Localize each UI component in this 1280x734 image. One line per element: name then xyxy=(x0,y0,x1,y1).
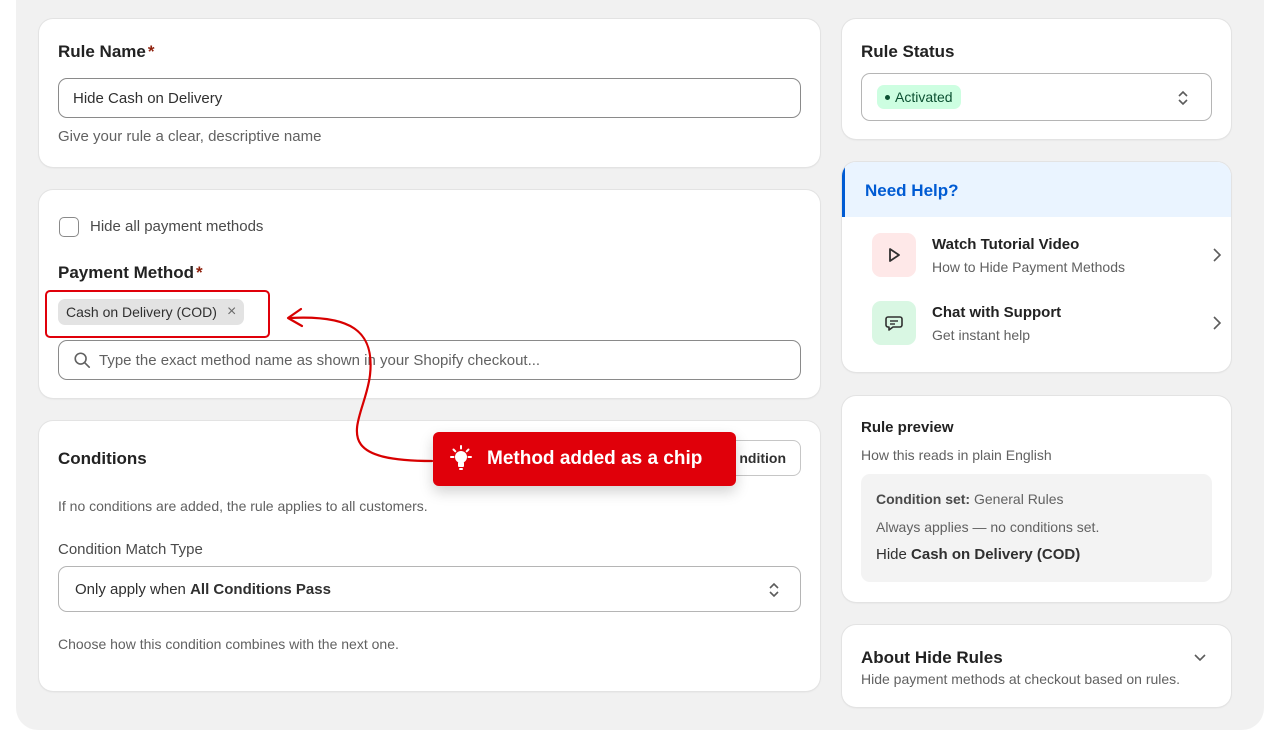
callout-text: Method added as a chip xyxy=(487,448,703,469)
annotation-callout: Method added as a chip xyxy=(433,432,736,486)
lightbulb-icon xyxy=(450,445,472,470)
annotation-arrow xyxy=(286,307,434,463)
